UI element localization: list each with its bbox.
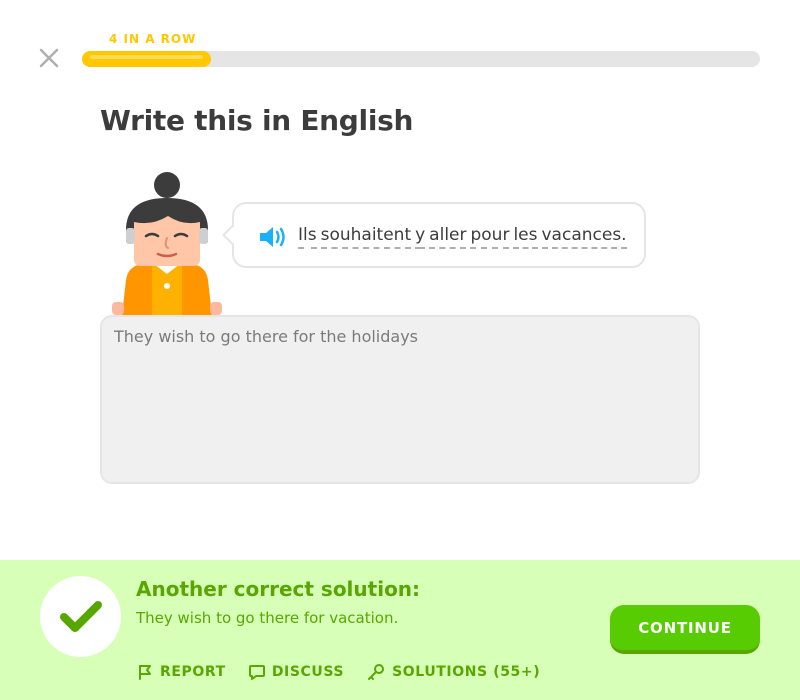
feedback-title: Another correct solution: (136, 577, 421, 601)
report-button[interactable]: REPORT (136, 663, 226, 681)
character-illustration (108, 170, 228, 315)
report-label: REPORT (160, 664, 226, 680)
prompt-sentence: Ils souhaitent y aller pour les vacances… (298, 225, 627, 249)
prompt-word[interactable]: les (513, 225, 538, 249)
speech-bubble: Ils souhaitent y aller pour les vacances… (222, 202, 646, 268)
close-icon (39, 48, 59, 68)
feedback-footer: Another correct solution: They wish to g… (0, 560, 800, 700)
streak-label: 4 IN A ROW (109, 32, 197, 46)
prompt-word[interactable]: souhaitent (320, 225, 412, 249)
speech-bubble-icon (248, 665, 265, 680)
discuss-button[interactable]: DISCUSS (248, 663, 344, 681)
checkmark-icon (59, 600, 102, 632)
answer-textarea[interactable] (100, 315, 700, 484)
prompt-word[interactable]: pour (470, 225, 510, 249)
key-icon (368, 664, 385, 680)
speaker-icon (260, 227, 285, 247)
exercise-title: Write this in English (100, 104, 414, 137)
lesson-progress-bar (82, 51, 760, 67)
play-audio-button[interactable] (258, 224, 288, 250)
prompt-word[interactable]: Ils (298, 225, 317, 249)
solutions-button[interactable]: SOLUTIONS (55+) (366, 663, 540, 681)
close-button[interactable] (38, 47, 60, 69)
flag-icon (139, 665, 151, 680)
progress-shine (90, 55, 203, 59)
success-badge (40, 576, 121, 657)
feedback-actions: REPORT DISCUSS SOLUTIONS (55+) (136, 663, 540, 681)
prompt-word[interactable]: y (415, 225, 426, 249)
solutions-label: SOLUTIONS (55+) (392, 664, 541, 680)
prompt-word[interactable]: aller (429, 225, 467, 249)
prompt-word[interactable]: vacances. (541, 225, 627, 249)
correct-solution-text: They wish to go there for vacation. (136, 609, 399, 627)
progress-fill (82, 51, 211, 67)
continue-button[interactable]: CONTINUE (610, 605, 760, 654)
discuss-label: DISCUSS (271, 664, 345, 680)
